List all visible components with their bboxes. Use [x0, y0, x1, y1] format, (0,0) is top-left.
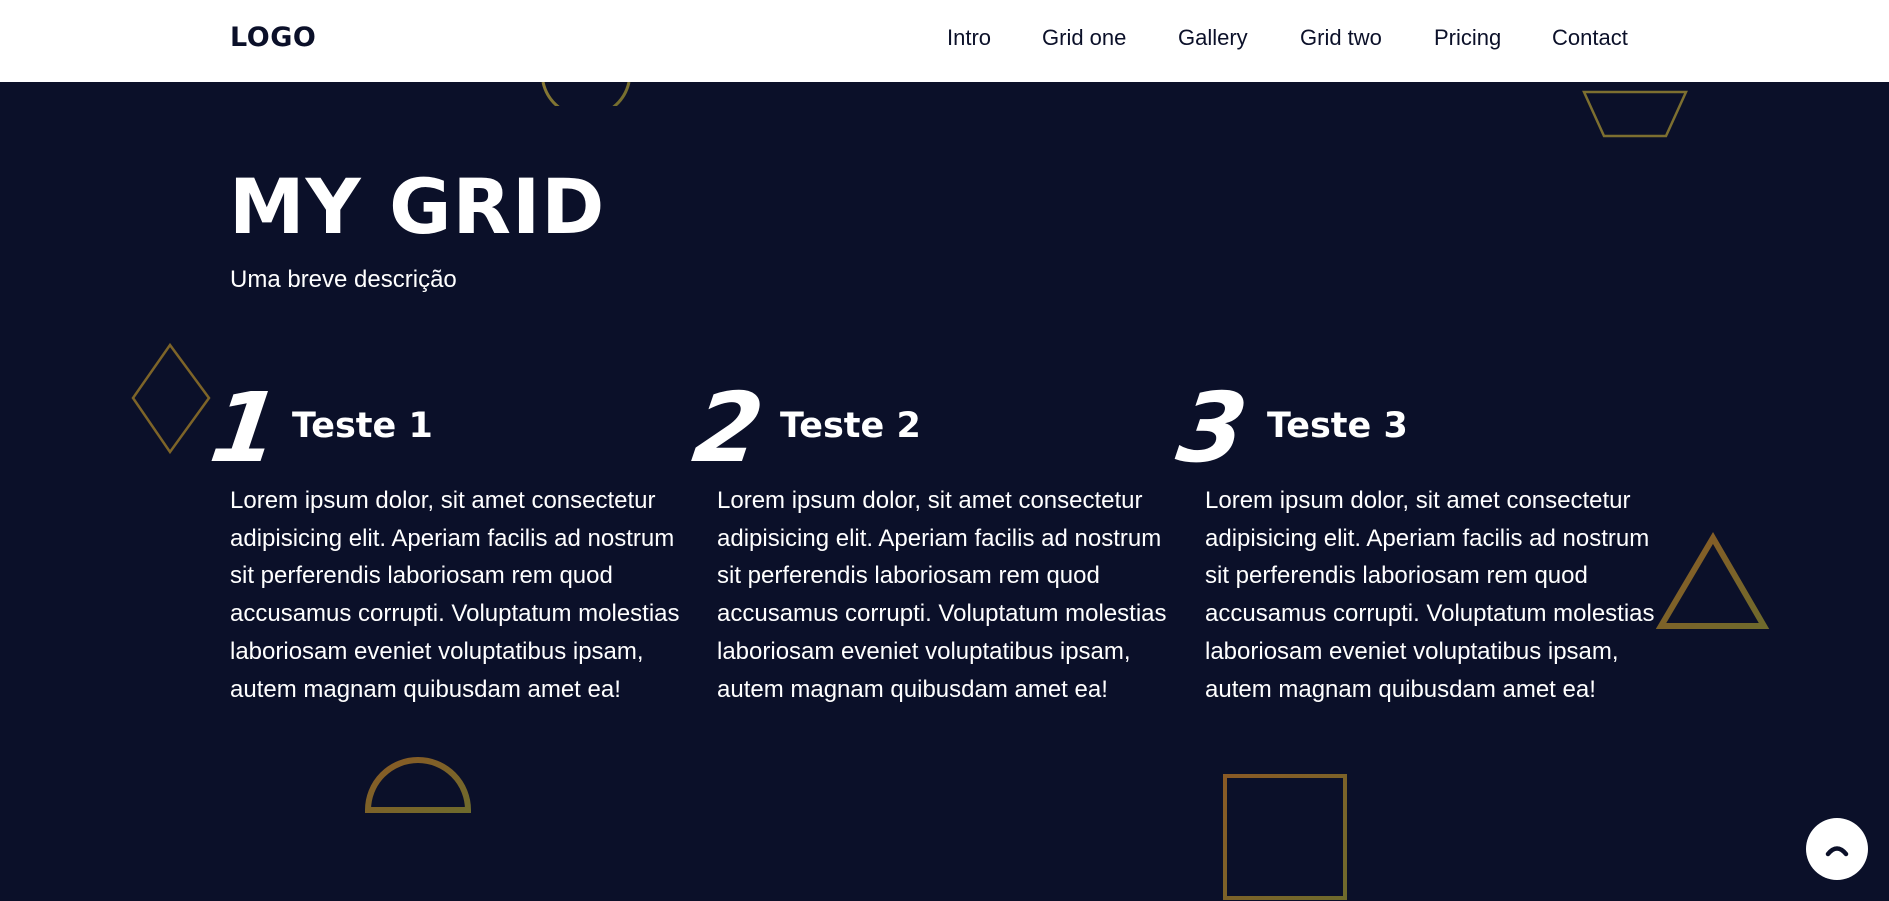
site-header: LOGO Intro Grid one Gallery Grid two Pri… — [0, 0, 1889, 82]
card-number: 3 — [1171, 372, 1254, 484]
card-text: Lorem ipsum dolor, sit amet consectetur … — [717, 487, 1167, 703]
decorative-semicircle — [364, 757, 472, 813]
card-number: 2 — [687, 372, 770, 484]
decorative-diamond — [131, 342, 211, 455]
card-number: 1 — [204, 372, 287, 484]
card-title: Teste 3 — [1267, 406, 1408, 446]
decorative-hexagon — [1582, 90, 1688, 138]
card-text: Lorem ipsum dolor, sit amet consectetur … — [1205, 487, 1655, 703]
scroll-to-top-button[interactable] — [1806, 818, 1868, 880]
card-title: Teste 2 — [780, 406, 921, 446]
decorative-circle-top — [541, 82, 631, 106]
page-title: MY GRID — [229, 162, 606, 251]
card-title: Teste 1 — [292, 406, 433, 446]
decorative-square — [1223, 774, 1347, 900]
nav-link-intro[interactable]: Intro — [947, 25, 991, 51]
card-text: Lorem ipsum dolor, sit amet consectetur … — [230, 487, 680, 703]
nav-link-pricing[interactable]: Pricing — [1434, 25, 1501, 51]
nav-link-gallery[interactable]: Gallery — [1178, 25, 1248, 51]
page-subtitle: Uma breve descrição — [230, 266, 457, 293]
decorative-triangle — [1656, 532, 1770, 629]
main-nav: Intro Grid one Gallery Grid two Pricing … — [0, 25, 1889, 55]
nav-link-grid-two[interactable]: Grid two — [1300, 25, 1382, 51]
chevron-up-icon — [1825, 846, 1849, 857]
nav-link-grid-one[interactable]: Grid one — [1042, 25, 1126, 51]
nav-link-contact[interactable]: Contact — [1552, 25, 1628, 51]
